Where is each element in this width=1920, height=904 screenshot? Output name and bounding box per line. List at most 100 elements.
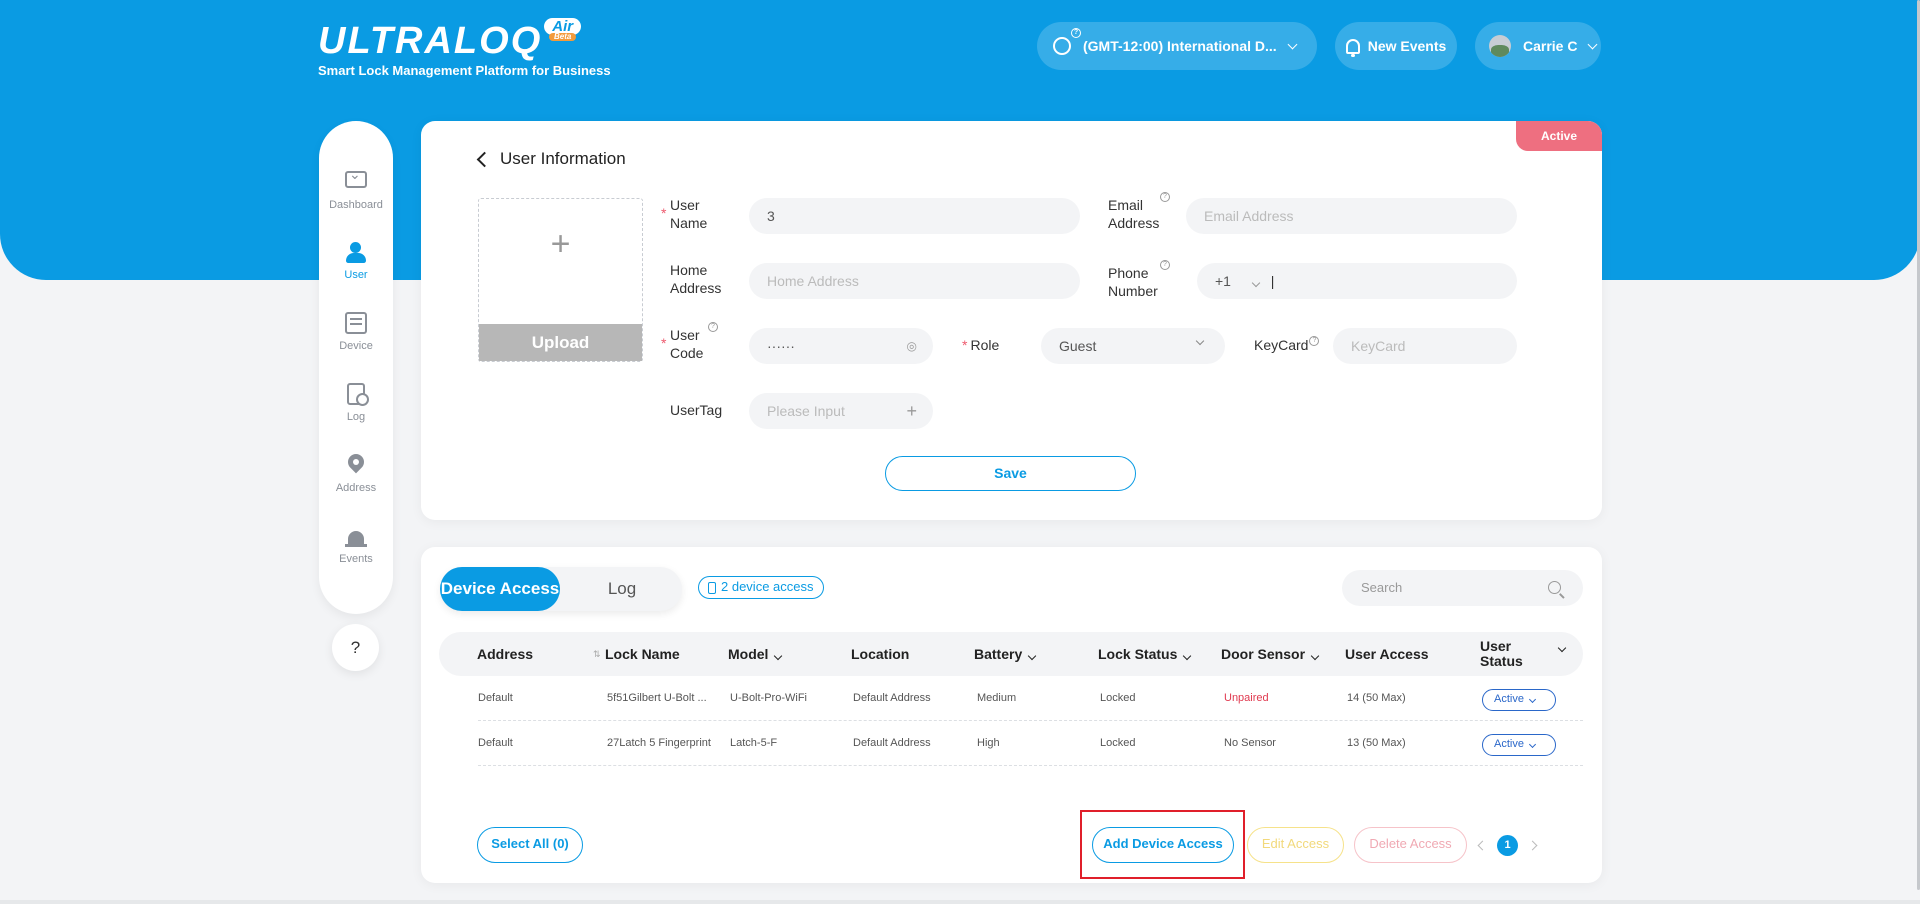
pagination: 1 <box>1477 835 1538 856</box>
sidebar-item-device[interactable]: Device <box>319 312 393 352</box>
search-placeholder: Search <box>1361 580 1403 595</box>
cell-location: Default Address <box>853 737 931 749</box>
save-button[interactable]: Save <box>885 456 1136 491</box>
chevron-down-icon <box>1287 39 1298 49</box>
plus-icon: + <box>550 225 571 263</box>
column-user-access: User Access <box>1345 646 1429 662</box>
cell-battery: High <box>977 737 1000 749</box>
table-row[interactable]: Default 27Latch 5 Fingerprint Latch-5-F … <box>478 721 1583 766</box>
sidebar-item-address[interactable]: Address <box>319 454 393 494</box>
role-label: * Role <box>962 337 1000 353</box>
sidebar-item-label: Address <box>335 482 377 494</box>
table-row[interactable]: Default 5f51Gilbert U-Bolt ... U-Bolt-Pr… <box>478 676 1583 721</box>
chevron-down-icon <box>1251 278 1261 288</box>
chevron-down-icon <box>1195 336 1205 346</box>
phone-label: Phone Number? <box>1108 260 1170 300</box>
eye-icon[interactable]: ◎ <box>907 328 917 364</box>
user-code-field[interactable]: ······ ◎ <box>749 328 933 364</box>
cell-model: U-Bolt-Pro-WiFi <box>730 692 807 704</box>
chevron-down-icon <box>1588 39 1598 49</box>
cell-user-access: 13 (50 Max) <box>1347 737 1406 749</box>
home-address-label: Home Address <box>670 262 722 296</box>
edit-access-button[interactable]: Edit Access <box>1247 827 1344 863</box>
plus-icon[interactable]: + <box>906 393 917 429</box>
keycard-field[interactable]: KeyCard <box>1333 328 1517 364</box>
sidebar-item-label: Device <box>339 340 373 352</box>
user-menu[interactable]: Carrie C <box>1475 22 1601 70</box>
chevron-down-icon[interactable] <box>1557 643 1567 653</box>
help-button[interactable]: ? <box>332 624 379 671</box>
globe-icon: ? <box>1053 28 1081 55</box>
home-address-field[interactable]: Home Address <box>749 263 1080 299</box>
cell-lock-name: 27Latch 5 Fingerprint <box>607 737 711 749</box>
user-name-field[interactable]: 3 <box>749 198 1080 234</box>
column-battery[interactable]: Battery <box>974 632 1037 676</box>
avatar <box>1489 35 1511 57</box>
brand-air-badge: Air Beta <box>544 18 582 41</box>
user-status-select[interactable]: Active <box>1482 689 1556 711</box>
sidebar-item-label: Log <box>346 411 366 423</box>
user-code-label: * User Code? <box>661 322 720 362</box>
column-lock-status[interactable]: Lock Status <box>1098 632 1192 676</box>
chevron-down-icon <box>774 651 783 661</box>
table-header: Address ⇅ Lock Name Model Location Batte… <box>439 632 1583 676</box>
search-input[interactable]: Search <box>1342 570 1583 606</box>
phone-number-value: | <box>1270 273 1275 289</box>
column-address: Address <box>477 646 534 662</box>
brand[interactable]: ULTRALOQ Air Beta Smart Lock Management … <box>318 18 611 78</box>
cell-door-sensor: Unpaired <box>1224 692 1269 704</box>
email-field[interactable]: Email Address <box>1186 198 1517 234</box>
brand-tagline: Smart Lock Management Platform for Busin… <box>318 63 611 78</box>
cell-model: Latch-5-F <box>730 737 778 749</box>
sort-icon[interactable]: ⇅ <box>593 632 601 676</box>
tab-device-access[interactable]: Device Access <box>440 567 560 611</box>
sidebar-item-dashboard[interactable]: Dashboard <box>319 166 393 211</box>
cell-address: Default <box>478 692 513 704</box>
dashboard-icon <box>345 166 367 188</box>
avatar-upload[interactable]: + Upload <box>478 198 643 362</box>
back-button[interactable]: User Information <box>476 149 626 169</box>
chevron-down-icon <box>1028 651 1037 661</box>
help-icon: ? <box>1071 28 1081 38</box>
device-count-badge: 2 device access <box>698 576 824 599</box>
help-icon: ? <box>1309 336 1320 346</box>
user-information-card: Active User Information + Upload * User N… <box>421 121 1602 520</box>
status-badge: Active <box>1516 121 1602 151</box>
location-pin-icon <box>345 454 367 476</box>
phone-country-code[interactable]: +1 <box>1215 273 1231 289</box>
sidebar-item-log[interactable]: Log <box>319 383 393 423</box>
brand-beta-label: Beta <box>549 33 577 41</box>
phone-field[interactable]: +1 | <box>1197 263 1517 299</box>
sidebar-item-label: Dashboard <box>329 199 383 211</box>
new-events-button[interactable]: New Events <box>1335 22 1457 70</box>
usertag-field[interactable]: Please Input + <box>749 393 933 429</box>
sidebar-item-label: User <box>344 269 368 281</box>
user-status-select[interactable]: Active <box>1482 734 1556 756</box>
help-icon: ? <box>708 322 718 332</box>
column-location: Location <box>851 646 910 662</box>
page-number[interactable]: 1 <box>1497 835 1518 856</box>
help-icon: ? <box>1160 192 1170 202</box>
cell-lock-status: Locked <box>1100 737 1136 749</box>
role-select[interactable]: Guest <box>1041 328 1225 364</box>
usertag-label: UserTag <box>670 402 723 418</box>
select-all-button[interactable]: Select All (0) <box>477 827 583 863</box>
timezone-selector[interactable]: ? (GMT-12:00) International D... <box>1037 22 1317 70</box>
search-icon[interactable] <box>1548 581 1561 594</box>
delete-access-button[interactable]: Delete Access <box>1354 827 1467 863</box>
upload-button[interactable]: Upload <box>479 324 642 361</box>
chevron-down-icon <box>1528 695 1537 704</box>
chevron-right-icon[interactable] <box>1527 840 1538 851</box>
chevron-left-icon[interactable] <box>1477 840 1488 851</box>
sidebar-item-label: Events <box>339 553 373 565</box>
tab-log[interactable]: Log <box>564 567 680 611</box>
add-device-access-button[interactable]: Add Device Access <box>1092 827 1234 863</box>
page-title: User Information <box>500 149 626 168</box>
sidebar: Dashboard User Device Log Address Events <box>319 121 393 614</box>
column-model[interactable]: Model <box>728 632 783 676</box>
sidebar-item-user[interactable]: User <box>319 241 393 281</box>
email-label: Email Address? <box>1108 192 1170 232</box>
column-door-sensor[interactable]: Door Sensor <box>1221 632 1320 676</box>
sidebar-item-events[interactable]: Events <box>319 525 393 565</box>
user-code-value: ······ <box>767 338 795 354</box>
